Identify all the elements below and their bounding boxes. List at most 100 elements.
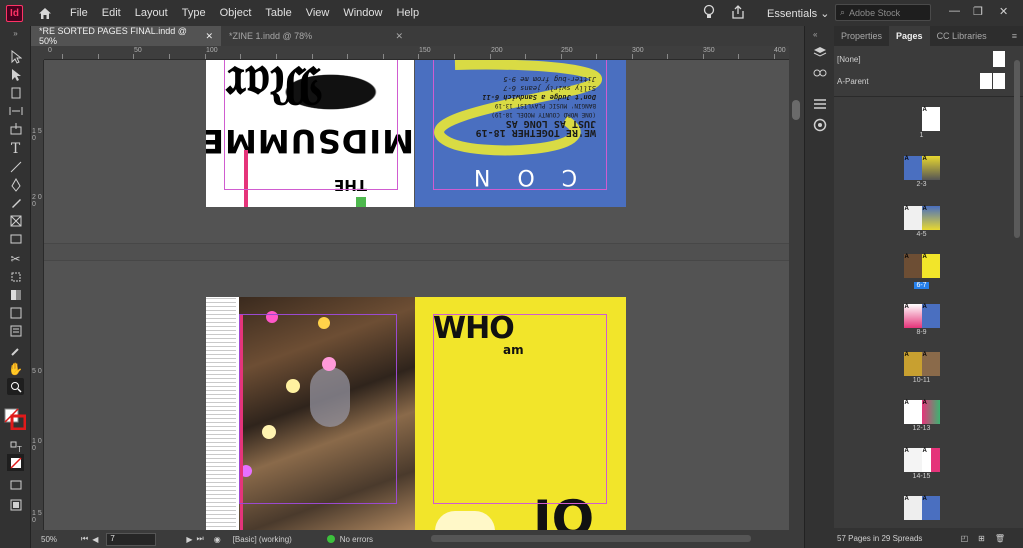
hand-tool-icon[interactable]: ✋ <box>7 360 24 377</box>
direct-selection-tool-icon[interactable] <box>7 66 24 83</box>
scroll-thumb[interactable] <box>792 100 800 120</box>
page-tool-icon[interactable] <box>7 84 24 101</box>
free-transform-tool-icon[interactable] <box>7 268 24 285</box>
gradient-feather-tool-icon[interactable] <box>7 304 24 321</box>
apply-none-icon[interactable] <box>7 454 24 471</box>
delete-page-icon[interactable]: 🗑 <box>995 534 1015 543</box>
horizontal-ruler[interactable]: 0 50 100 150 200 250 300 350 400 <box>44 46 789 60</box>
spread1-right-page[interactable]: WE'RE TOGETHER 18-19 JUST AS LONG AS (ON… <box>415 60 626 207</box>
pen-tool-icon[interactable] <box>7 176 24 193</box>
share-icon[interactable] <box>731 4 745 23</box>
previous-page-icon[interactable]: ◀ <box>92 535 98 544</box>
zoom-level-field[interactable]: 50% <box>41 535 81 544</box>
workspace-switcher[interactable]: Essentials ⌄ <box>767 7 829 20</box>
eyedropper-tool-icon[interactable] <box>7 342 24 359</box>
rectangle-tool-icon[interactable] <box>7 230 24 247</box>
gradient-swatch-tool-icon[interactable] <box>7 286 24 303</box>
links-icon[interactable] <box>813 68 827 82</box>
page-spread-2-3[interactable]: AA 2-3 <box>834 156 1009 188</box>
lightbulb-icon[interactable] <box>703 4 715 23</box>
vertical-ruler[interactable]: 1 5 0 2 0 0 5 0 1 0 0 1 5 0 <box>31 60 44 530</box>
page-spread-12-13[interactable]: AA 12-13 <box>834 400 1009 432</box>
vertical-scrollbar[interactable] <box>789 46 804 530</box>
page-spread-16-17[interactable]: AA <box>834 496 1009 520</box>
search-placeholder: Adobe Stock <box>849 7 901 18</box>
panel-footer-buttons[interactable]: ◰⊞🗑 <box>961 534 1015 543</box>
master-none[interactable]: [None] <box>834 48 1023 70</box>
gap-tool-icon[interactable] <box>7 102 24 119</box>
stroke-icon[interactable] <box>813 98 827 112</box>
style-field[interactable]: [Basic] (working) <box>233 535 323 544</box>
menu-window[interactable]: Window <box>343 7 382 19</box>
panel-icon-strip: « <box>804 26 834 548</box>
preflight-text[interactable]: No errors <box>340 535 373 544</box>
page-spread-8-9[interactable]: AA 8-9 <box>834 304 1009 336</box>
panel-menu-icon[interactable]: ≡ <box>1012 31 1017 41</box>
panel-scrollbar[interactable] <box>1014 60 1020 238</box>
last-page-icon[interactable]: ⏭ <box>197 534 204 544</box>
tab-properties[interactable]: Properties <box>834 26 889 46</box>
first-page-icon[interactable]: ⏮ <box>81 534 88 544</box>
page-spread-6-7[interactable]: AA 6-7 <box>834 254 1009 290</box>
menu-type[interactable]: Type <box>182 7 206 19</box>
next-page-icon[interactable]: ▶ <box>186 535 192 544</box>
tab-cc-libraries[interactable]: CC Libraries <box>930 26 994 46</box>
menu-edit[interactable]: Edit <box>102 7 121 19</box>
menu-table[interactable]: Table <box>265 7 291 19</box>
content-collector-icon[interactable] <box>7 120 24 137</box>
rectangle-frame-tool-icon[interactable] <box>7 212 24 229</box>
master-a-parent[interactable]: A-Parent <box>834 70 1023 92</box>
menu-view[interactable]: View <box>306 7 330 19</box>
page-spread-10-11[interactable]: AA 10-11 <box>834 352 1009 384</box>
spread-label: 4-5 <box>916 231 927 238</box>
line-tool-icon[interactable] <box>7 158 24 175</box>
close-icon[interactable]: ✕ <box>999 5 1008 18</box>
page-number-field[interactable]: 7 <box>106 532 157 546</box>
spread-label: 14-15 <box>912 473 931 480</box>
spread2-right-page[interactable]: WHO am IQ <box>415 297 626 530</box>
menu-object[interactable]: Object <box>220 7 252 19</box>
tab-pages[interactable]: Pages <box>889 26 930 46</box>
ruler-origin[interactable] <box>31 46 44 60</box>
menu-layout[interactable]: Layout <box>135 7 168 19</box>
pencil-tool-icon[interactable] <box>7 194 24 211</box>
spread1-left-page[interactable]: 𝔐𝔞𝔯 MIDSUMMER THE <box>206 60 414 207</box>
swatches-icon[interactable] <box>813 118 827 132</box>
spread2-left-page[interactable] <box>206 297 415 530</box>
open-in-view-icon[interactable]: ◉ <box>214 535 221 544</box>
ruler-label: 2 0 0 <box>32 194 42 208</box>
close-tab-icon[interactable]: ✕ <box>205 31 213 42</box>
scissors-tool-icon[interactable]: ✂ <box>7 250 24 267</box>
formatting-container-icon[interactable]: T <box>7 438 24 455</box>
collapse-toolbar-icon[interactable]: » <box>7 29 24 38</box>
collapse-panels-icon[interactable]: « <box>813 30 827 44</box>
new-page-icon[interactable]: ⊞ <box>978 534 995 543</box>
fill-stroke-swatch[interactable] <box>4 408 26 430</box>
minimize-icon[interactable]: — <box>949 5 960 17</box>
note-tool-icon[interactable] <box>7 322 24 339</box>
tab-re-sorted-pages[interactable]: *RE SORTED PAGES FINAL.indd @ 50% ✕ <box>31 26 221 46</box>
horizontal-scrollbar[interactable] <box>431 535 751 542</box>
document-canvas[interactable]: 𝔐𝔞𝔯 MIDSUMMER THE WE'RE TOGETHER 18-19 J… <box>44 60 789 530</box>
layers-icon[interactable] <box>813 46 827 60</box>
edit-page-size-icon[interactable]: ◰ <box>961 534 979 543</box>
restore-icon[interactable]: ❐ <box>973 5 983 18</box>
screen-mode-icon[interactable] <box>7 496 24 513</box>
page-spread-4-5[interactable]: AA 4-5 <box>834 206 1009 238</box>
selection-tool-icon[interactable] <box>7 48 24 65</box>
home-icon[interactable] <box>36 4 54 22</box>
menu-file[interactable]: File <box>70 7 88 19</box>
spread-label: 10-11 <box>912 377 931 384</box>
page-thumbnail: A <box>921 304 940 328</box>
close-tab-icon[interactable]: ✕ <box>395 31 403 42</box>
page-spread-1[interactable]: A 1 <box>834 107 1009 139</box>
menu-help[interactable]: Help <box>396 7 419 19</box>
page-spread-14-15[interactable]: AA 14-15 <box>834 448 1009 480</box>
zoom-tool-icon[interactable] <box>7 378 24 395</box>
tab-zine-1[interactable]: *ZINE 1.indd @ 78% ✕ <box>221 26 411 46</box>
spread-label: 12-13 <box>912 425 931 432</box>
normal-view-mode-icon[interactable] <box>7 476 24 493</box>
adobe-stock-search[interactable]: ⌕ Adobe Stock <box>835 4 931 21</box>
type-tool-icon[interactable]: T <box>7 140 24 157</box>
page-thumbnail: A <box>903 448 922 472</box>
